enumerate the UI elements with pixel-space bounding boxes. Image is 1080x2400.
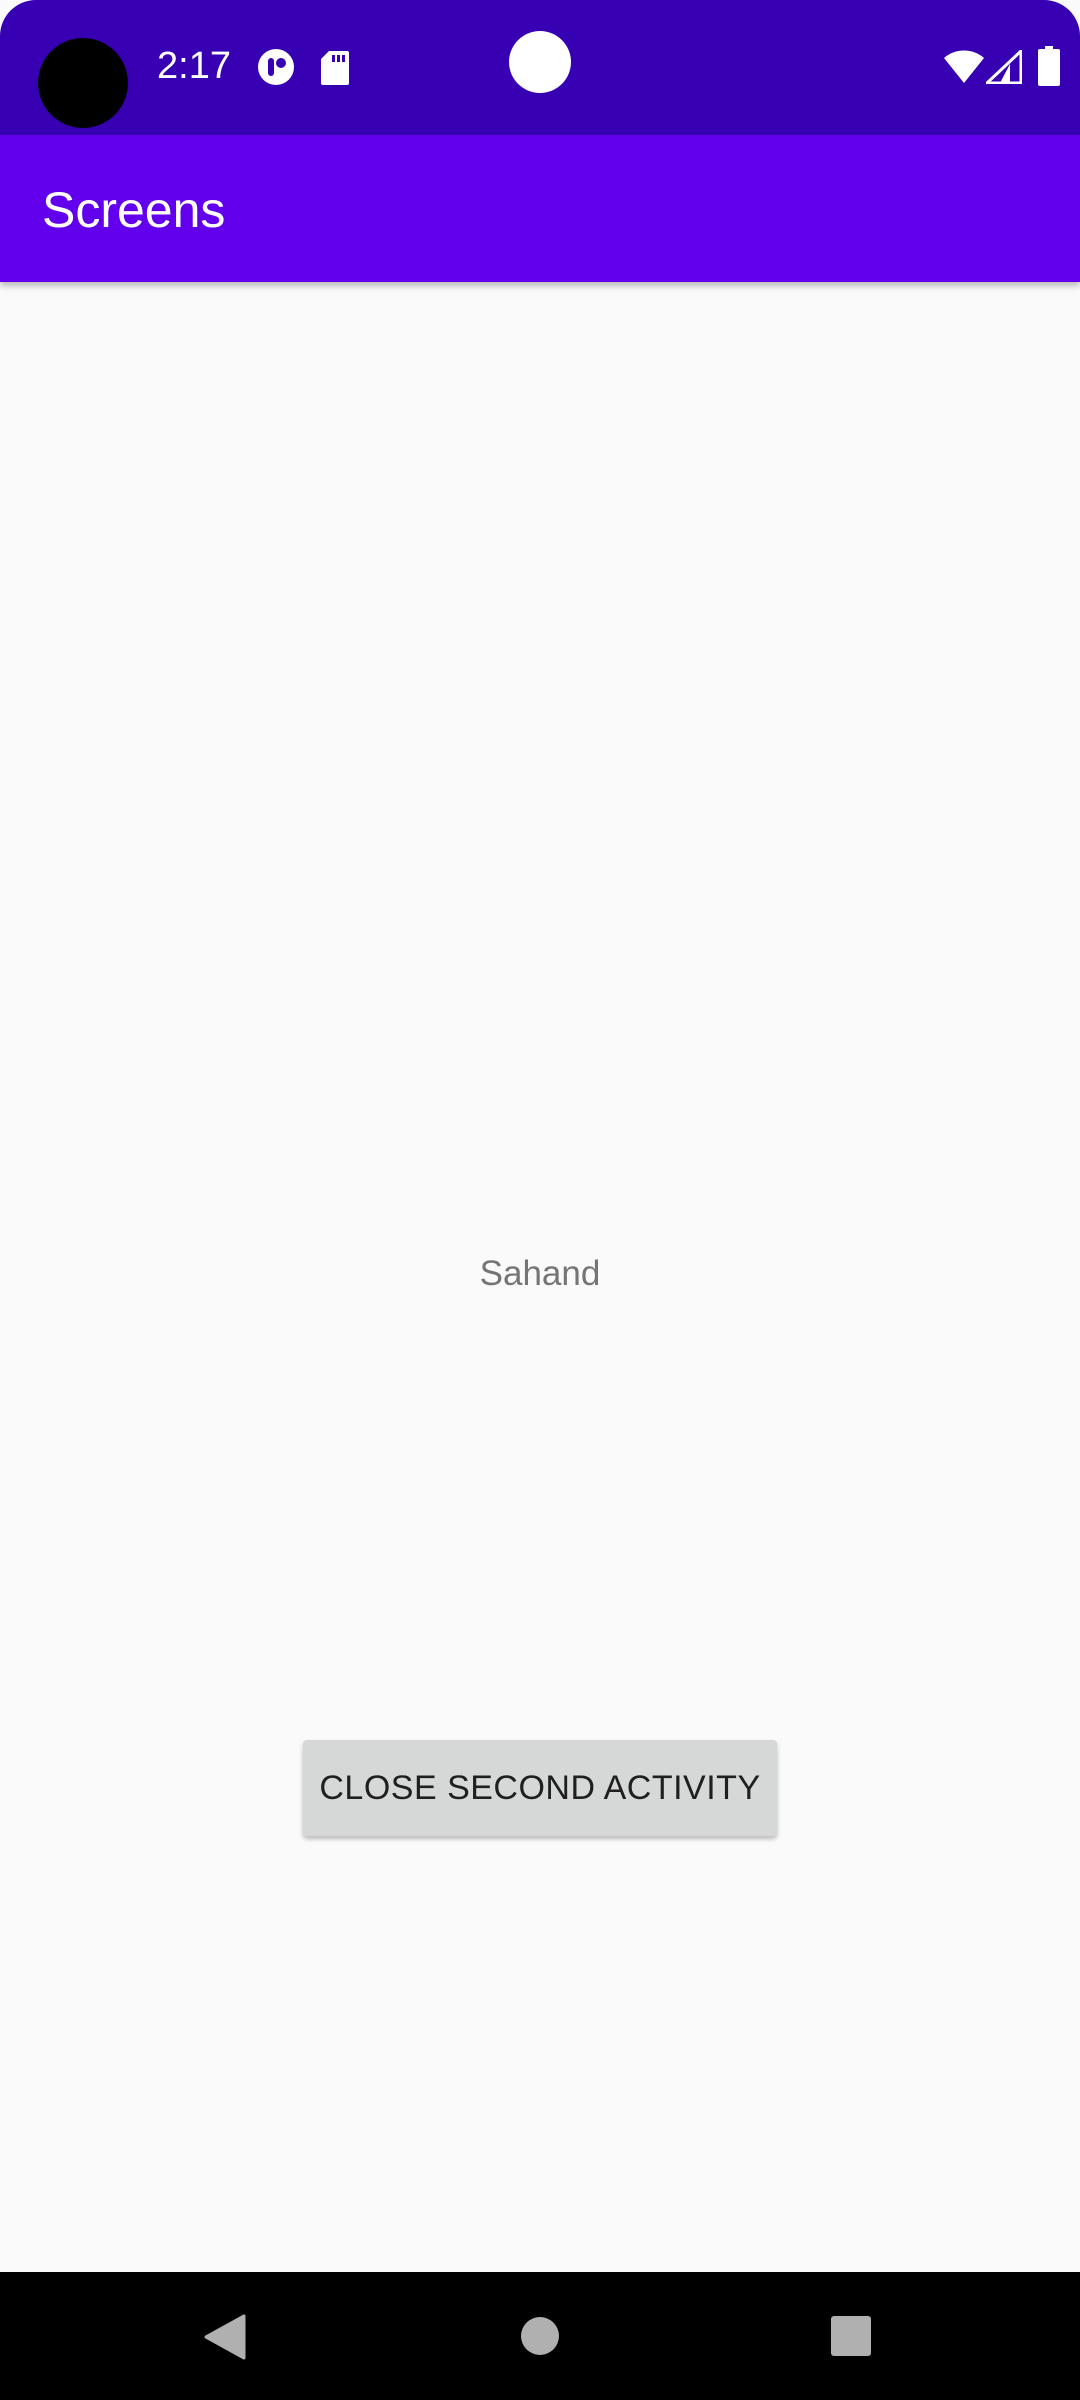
sd-card-icon	[321, 51, 349, 85]
center-dot	[509, 31, 571, 93]
name-label: Sahand	[479, 1254, 601, 1293]
app-title: Screens	[42, 182, 226, 238]
home-icon[interactable]	[520, 2316, 560, 2356]
back-icon[interactable]	[204, 2314, 246, 2360]
camera-cutout	[38, 38, 128, 128]
app-bar: Screens	[0, 135, 1080, 282]
status-time: 2:17	[157, 45, 231, 87]
notification-app-icon	[258, 49, 294, 85]
battery-icon	[1038, 46, 1060, 86]
recents-icon[interactable]	[830, 2315, 872, 2357]
navigation-bar	[0, 2272, 1080, 2400]
status-bar: 2:17	[0, 0, 1080, 135]
close-second-activity-button[interactable]: CLOSE SECOND ACTIVITY	[303, 1740, 777, 1836]
screen: 2:17 Screens Sahand CLOSE SECOND ACTIVIT…	[0, 0, 1080, 2400]
cell-signal-icon	[986, 50, 1022, 84]
wifi-icon	[944, 50, 984, 83]
